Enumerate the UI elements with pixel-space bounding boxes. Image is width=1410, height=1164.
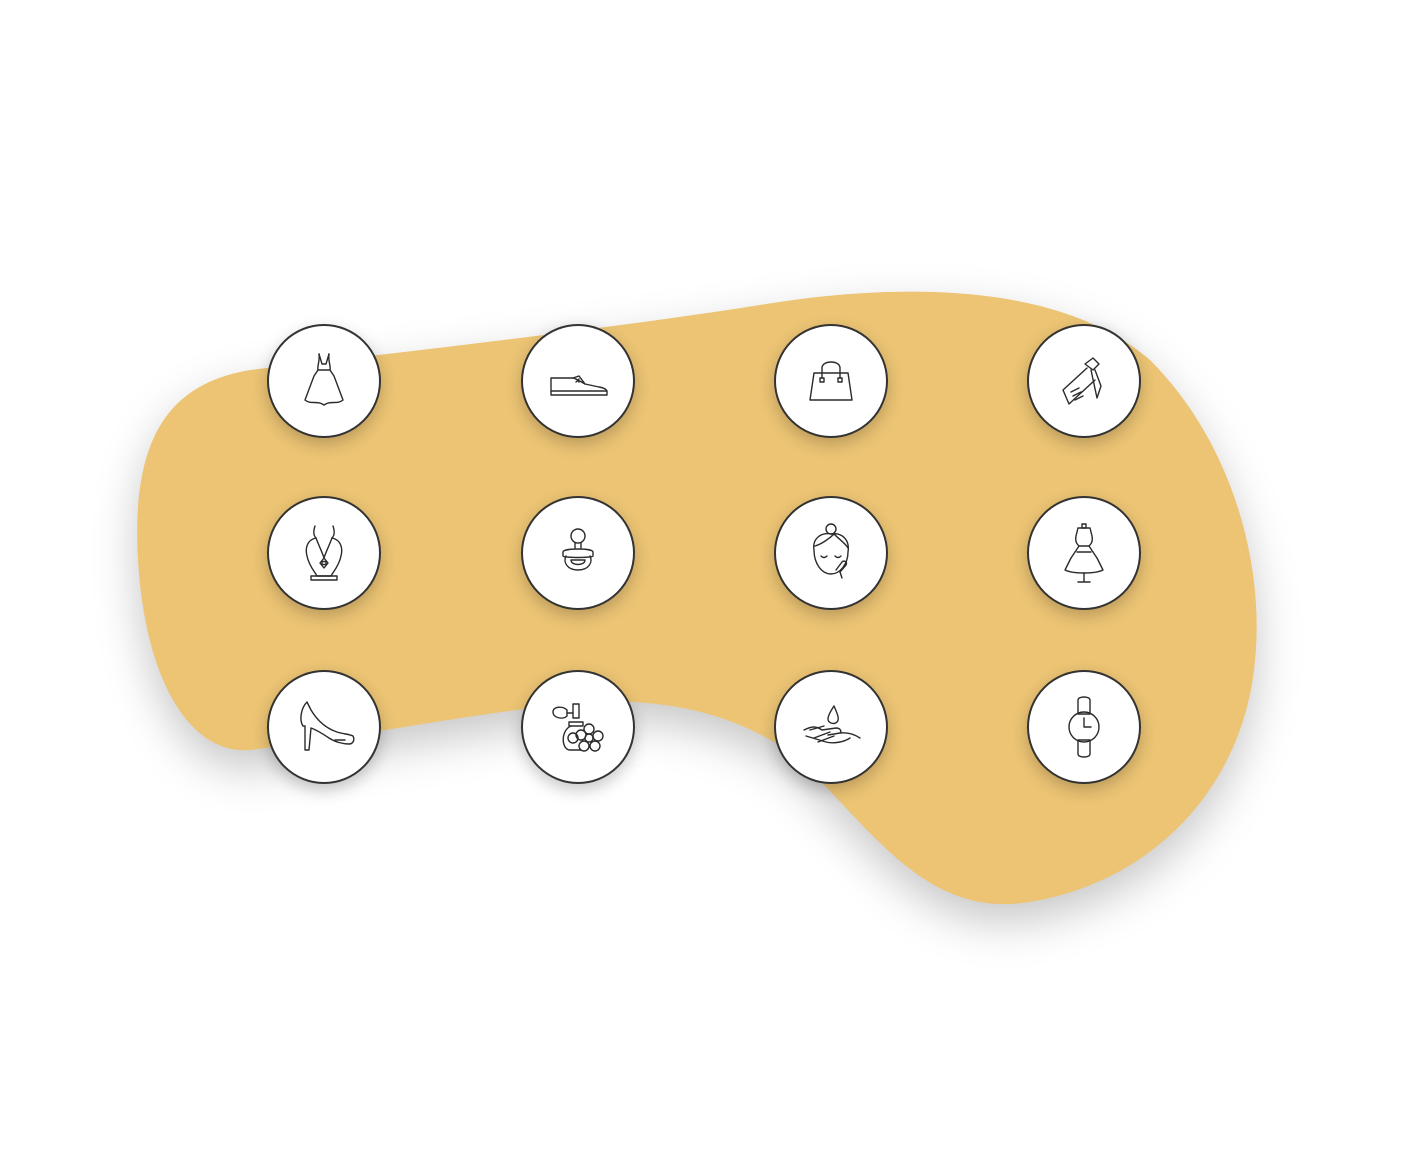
perfume-tile[interactable] <box>521 670 635 784</box>
facial-care-icon <box>813 523 849 579</box>
high-heel-icon <box>300 701 355 751</box>
mannequin-dress-tile[interactable] <box>1027 496 1141 610</box>
mannequin-dress-icon <box>1064 523 1104 583</box>
facial-care-tile[interactable] <box>774 496 888 610</box>
wristwatch-icon <box>1068 696 1100 758</box>
shoe-tile[interactable] <box>521 324 635 438</box>
pacifier-tile[interactable] <box>521 496 635 610</box>
shoe-icon <box>550 375 608 396</box>
hand-lotion-tile[interactable] <box>774 670 888 784</box>
pacifier-icon <box>562 528 594 571</box>
perfume-icon <box>552 703 604 752</box>
icon-grid <box>0 0 1410 1164</box>
handbag-tile[interactable] <box>774 324 888 438</box>
hand-lotion-icon <box>803 705 861 744</box>
dress-tile[interactable] <box>267 324 381 438</box>
tie-icon <box>1062 357 1102 405</box>
dress-icon <box>304 353 344 406</box>
wristwatch-tile[interactable] <box>1027 670 1141 784</box>
handbag-icon <box>809 361 853 401</box>
high-heel-tile[interactable] <box>267 670 381 784</box>
tie-tile[interactable] <box>1027 324 1141 438</box>
necklace-tile[interactable] <box>267 496 381 610</box>
necklace-icon <box>305 525 343 581</box>
